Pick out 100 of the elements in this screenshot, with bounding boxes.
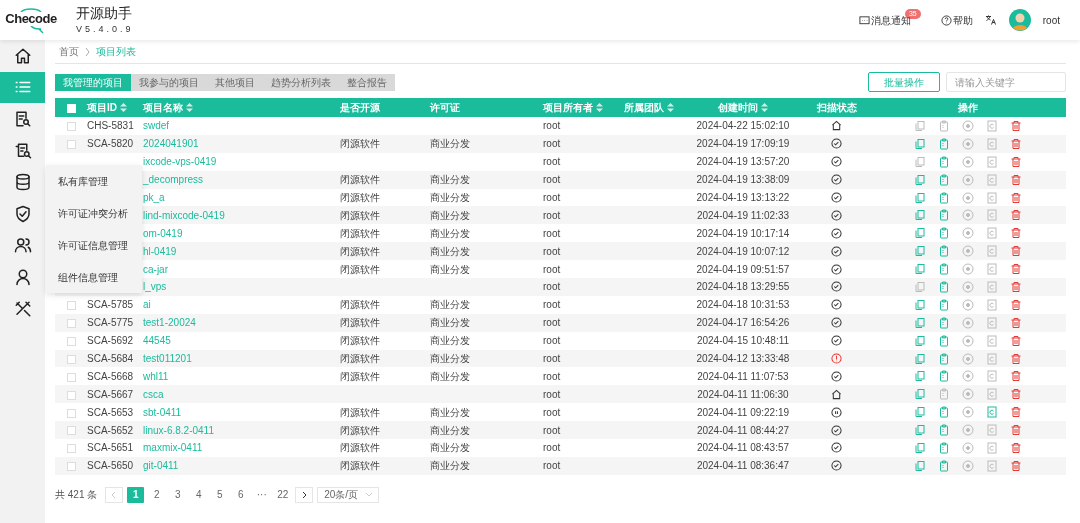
column-header[interactable]: 所属团队 [624, 100, 674, 115]
record-icon[interactable] [962, 245, 974, 258]
copy-icon[interactable] [914, 334, 926, 347]
project-link[interactable]: _decompress [143, 174, 204, 186]
report-icon[interactable] [986, 424, 998, 437]
row-checkbox[interactable] [66, 372, 76, 382]
project-link[interactable]: test011201 [143, 353, 192, 364]
copy-icon[interactable] [914, 155, 926, 168]
clipboard-icon[interactable] [938, 280, 950, 293]
clipboard-icon[interactable] [938, 298, 950, 311]
select-all-checkbox[interactable] [66, 103, 76, 113]
help-button[interactable]: 帮助 [940, 12, 973, 28]
delete-icon[interactable] [1010, 245, 1022, 258]
delete-icon[interactable] [1010, 119, 1022, 132]
report-icon[interactable] [986, 280, 998, 293]
delete-icon[interactable] [1010, 280, 1022, 293]
clipboard-icon[interactable] [938, 119, 950, 132]
column-header[interactable]: 项目所有者 [543, 100, 603, 115]
tab[interactable]: 趋势分析列表 [263, 73, 339, 91]
record-icon[interactable] [962, 173, 974, 186]
row-checkbox[interactable] [66, 444, 76, 454]
tab[interactable]: 我管理的项目 [55, 73, 131, 91]
copy-icon[interactable] [914, 209, 926, 222]
clipboard-icon[interactable] [938, 406, 950, 419]
project-link[interactable]: whl11 [143, 370, 169, 382]
row-checkbox[interactable] [66, 354, 76, 364]
report-icon[interactable] [986, 352, 998, 365]
delete-icon[interactable] [1010, 137, 1022, 150]
project-link[interactable]: om-0419 [143, 227, 183, 239]
project-link[interactable]: test1-20024 [143, 317, 196, 329]
copy-icon[interactable] [914, 352, 926, 365]
delete-icon[interactable] [1010, 155, 1022, 168]
project-link[interactable]: lind-mixcode-0419 [143, 209, 225, 221]
record-icon[interactable] [962, 441, 974, 454]
project-link[interactable]: maxmix-0411 [143, 442, 203, 454]
sort-icon[interactable] [120, 103, 127, 112]
copy-icon[interactable] [914, 298, 926, 311]
report-icon[interactable] [986, 137, 998, 150]
record-icon[interactable] [962, 227, 974, 240]
clipboard-icon[interactable] [938, 352, 950, 365]
record-icon[interactable] [962, 137, 974, 150]
clipboard-icon[interactable] [938, 334, 950, 347]
tab[interactable]: 我参与的项目 [131, 73, 207, 91]
report-icon[interactable] [986, 406, 998, 419]
clipboard-icon[interactable] [938, 155, 950, 168]
clipboard-icon[interactable] [938, 137, 950, 150]
row-checkbox[interactable] [66, 390, 76, 400]
copy-icon[interactable] [914, 227, 926, 240]
record-icon[interactable] [962, 406, 974, 419]
row-checkbox[interactable] [66, 140, 76, 150]
sort-icon[interactable] [667, 103, 674, 112]
report-icon[interactable] [986, 334, 998, 347]
delete-icon[interactable] [1010, 388, 1022, 401]
page-size-select[interactable]: 20条/页 [317, 486, 380, 503]
delete-icon[interactable] [1010, 209, 1022, 222]
tab[interactable]: 整合报告 [339, 73, 395, 91]
project-link[interactable]: csca [143, 388, 164, 400]
report-icon[interactable] [986, 370, 998, 383]
delete-icon[interactable] [1010, 370, 1022, 383]
sort-icon[interactable] [596, 103, 603, 112]
delete-icon[interactable] [1010, 227, 1022, 240]
clipboard-icon[interactable] [938, 227, 950, 240]
project-link[interactable]: 44545 [143, 335, 171, 347]
report-icon[interactable] [986, 209, 998, 222]
copy-icon[interactable] [914, 424, 926, 437]
page-button[interactable]: 4 [190, 486, 208, 503]
row-checkbox[interactable] [66, 319, 76, 329]
clipboard-icon[interactable] [938, 263, 950, 276]
copy-icon[interactable] [914, 388, 926, 401]
project-link[interactable]: ixcode-vps-0419 [143, 156, 217, 168]
record-icon[interactable] [962, 209, 974, 222]
menu-item[interactable]: 许可证信息管理 [46, 229, 142, 261]
report-icon[interactable] [986, 191, 998, 204]
batch-button[interactable]: 批量操作 [868, 72, 940, 92]
copy-icon[interactable] [914, 370, 926, 383]
delete-icon[interactable] [1010, 263, 1022, 276]
delete-icon[interactable] [1010, 352, 1022, 365]
report-icon[interactable] [986, 227, 998, 240]
clipboard-icon[interactable] [938, 245, 950, 258]
record-icon[interactable] [962, 298, 974, 311]
clipboard-icon[interactable] [938, 191, 950, 204]
report-icon[interactable] [986, 263, 998, 276]
project-link[interactable]: 2024041901 [143, 138, 199, 150]
project-link[interactable]: git-0411 [143, 460, 179, 472]
clipboard-icon[interactable] [938, 441, 950, 454]
delete-icon[interactable] [1010, 441, 1022, 454]
sort-icon[interactable] [761, 103, 768, 112]
copy-icon[interactable] [914, 280, 926, 293]
copy-icon[interactable] [914, 263, 926, 276]
column-header[interactable]: 项目ID [87, 100, 127, 115]
copy-icon[interactable] [914, 119, 926, 132]
page-button[interactable]: 3 [169, 486, 187, 503]
report-icon[interactable] [986, 119, 998, 132]
row-checkbox[interactable] [66, 301, 76, 311]
column-header[interactable]: 项目名称 [143, 100, 193, 115]
project-link[interactable]: hl-0419 [143, 245, 177, 257]
delete-icon[interactable] [1010, 406, 1022, 419]
project-link[interactable]: sbt-0411 [143, 406, 182, 418]
record-icon[interactable] [962, 334, 974, 347]
menu-item[interactable]: 组件信息管理 [46, 261, 142, 293]
